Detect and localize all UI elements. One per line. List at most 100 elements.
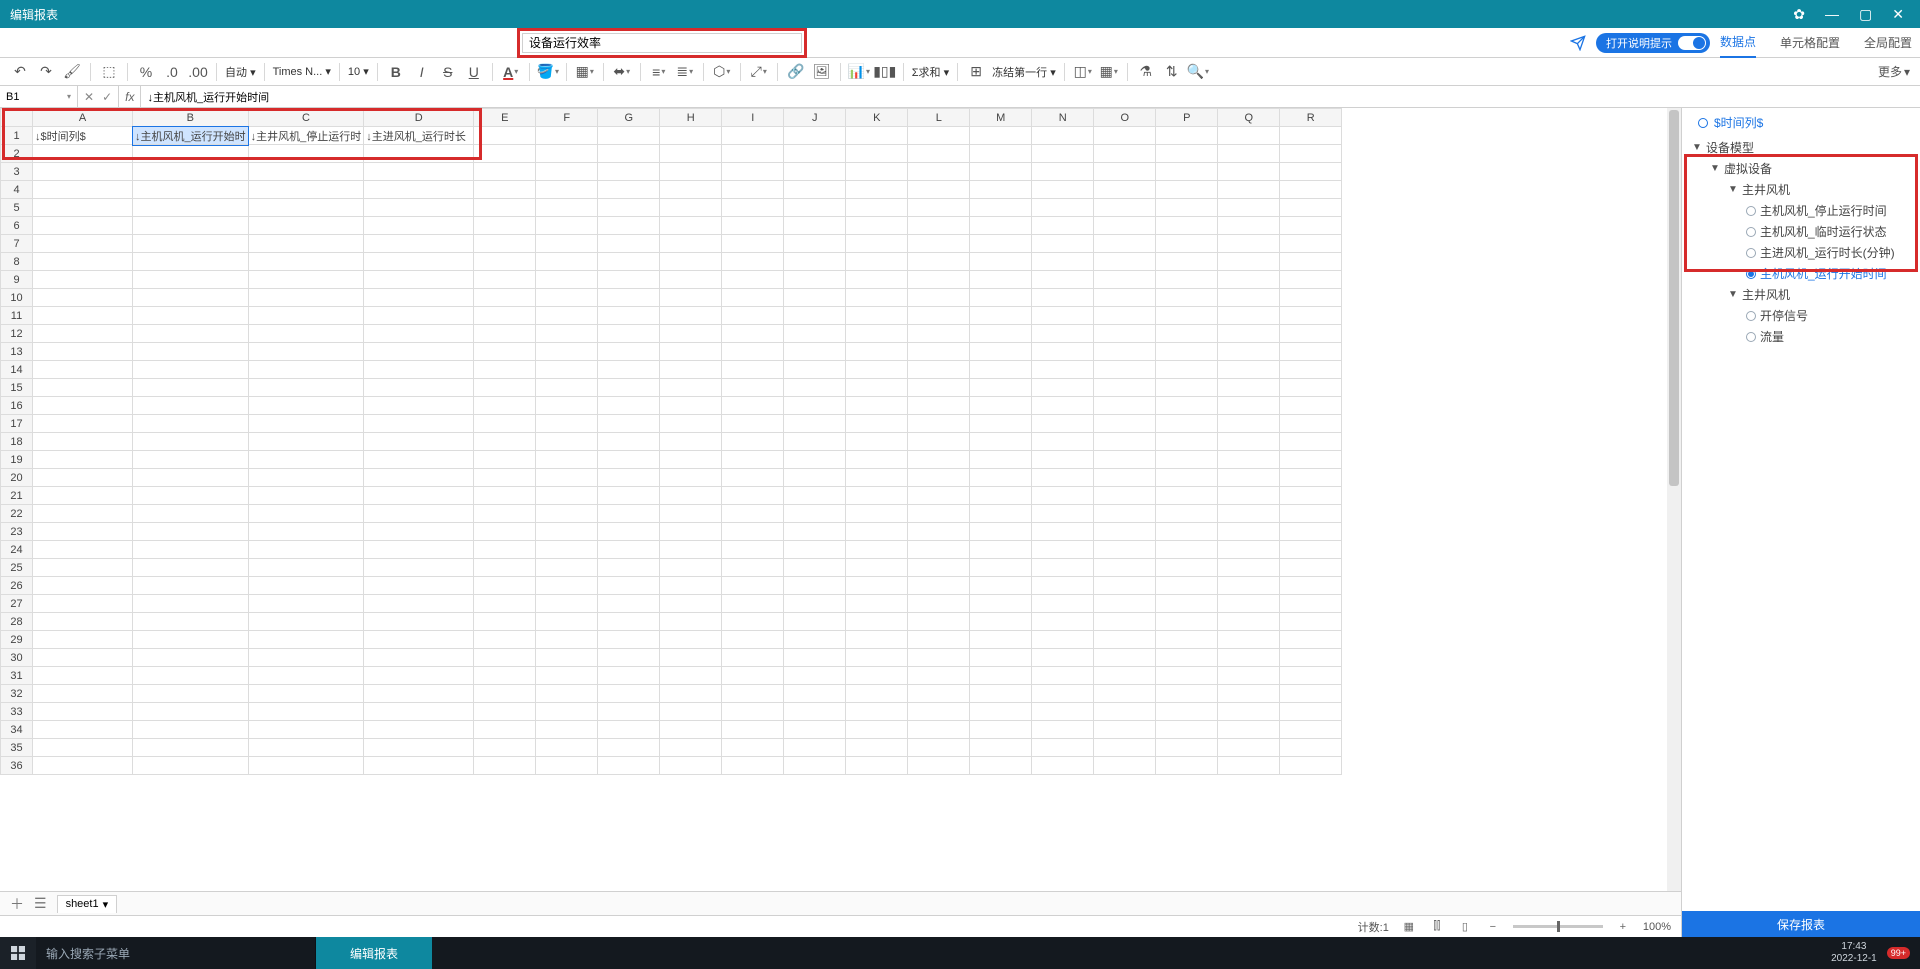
spreadsheet-grid[interactable]: ABCDEFGHIJKLMNOPQR1↓$时间列$↓主机风机_运行开始时↓主井风… [0, 108, 1342, 775]
cell[interactable] [1156, 127, 1218, 145]
cell[interactable] [536, 559, 598, 577]
zoom-slider[interactable] [1513, 925, 1603, 928]
cell[interactable] [33, 253, 133, 271]
cell[interactable] [536, 415, 598, 433]
cell[interactable] [133, 307, 249, 325]
row-header[interactable]: 36 [1, 757, 33, 775]
font-size-select[interactable]: 10 ▾ [348, 65, 369, 78]
cell[interactable] [784, 721, 846, 739]
fx-icon[interactable]: fx [119, 86, 141, 107]
cell[interactable] [1094, 469, 1156, 487]
cell[interactable] [722, 181, 784, 199]
cell[interactable] [133, 451, 249, 469]
row-header[interactable]: 24 [1, 541, 33, 559]
more-button[interactable]: 更多 ▾ [1878, 63, 1910, 80]
cell[interactable] [1094, 253, 1156, 271]
cell[interactable] [33, 757, 133, 775]
cell[interactable] [660, 127, 722, 145]
cell[interactable] [970, 469, 1032, 487]
cell[interactable] [474, 541, 536, 559]
cell[interactable] [1280, 451, 1342, 469]
row-header[interactable]: 9 [1, 271, 33, 289]
cell[interactable] [474, 739, 536, 757]
cell[interactable] [364, 721, 474, 739]
cell[interactable] [908, 217, 970, 235]
cell[interactable] [474, 199, 536, 217]
cell[interactable] [1032, 757, 1094, 775]
cell[interactable] [1032, 649, 1094, 667]
cell[interactable] [133, 433, 249, 451]
cell[interactable] [536, 325, 598, 343]
cell[interactable] [536, 397, 598, 415]
cell[interactable] [1280, 217, 1342, 235]
cell[interactable] [846, 757, 908, 775]
cell[interactable] [970, 739, 1032, 757]
cell[interactable] [474, 433, 536, 451]
cell[interactable] [1280, 523, 1342, 541]
cell[interactable] [1218, 415, 1280, 433]
cell[interactable] [364, 685, 474, 703]
cell[interactable] [536, 343, 598, 361]
cell[interactable] [474, 343, 536, 361]
cell[interactable] [908, 469, 970, 487]
cell[interactable] [1218, 235, 1280, 253]
cell[interactable] [1094, 523, 1156, 541]
row-header[interactable]: 30 [1, 649, 33, 667]
cell[interactable] [722, 541, 784, 559]
row-header[interactable]: 34 [1, 721, 33, 739]
cell[interactable] [1094, 631, 1156, 649]
cell[interactable] [133, 523, 249, 541]
cell[interactable] [1156, 739, 1218, 757]
cell[interactable] [908, 757, 970, 775]
cell[interactable] [1032, 433, 1094, 451]
row-header[interactable]: 32 [1, 685, 33, 703]
cell[interactable] [660, 271, 722, 289]
cell[interactable] [970, 271, 1032, 289]
cell[interactable] [1218, 451, 1280, 469]
cell[interactable] [536, 739, 598, 757]
cell[interactable] [722, 217, 784, 235]
cell[interactable] [1218, 721, 1280, 739]
hint-toggle[interactable]: 打开说明提示 [1596, 33, 1710, 53]
cell[interactable] [1218, 343, 1280, 361]
report-name-input[interactable] [522, 33, 802, 53]
cell[interactable] [1218, 577, 1280, 595]
cell[interactable] [660, 595, 722, 613]
cell[interactable] [908, 289, 970, 307]
cell[interactable] [722, 343, 784, 361]
cell[interactable] [660, 361, 722, 379]
cell[interactable] [133, 343, 249, 361]
cell[interactable] [846, 235, 908, 253]
cell[interactable] [722, 505, 784, 523]
cell[interactable] [248, 613, 364, 631]
cell[interactable] [722, 559, 784, 577]
cell[interactable] [970, 649, 1032, 667]
cell[interactable] [474, 217, 536, 235]
row-header[interactable]: 31 [1, 667, 33, 685]
row-header[interactable]: 13 [1, 343, 33, 361]
row-header[interactable]: 8 [1, 253, 33, 271]
cell[interactable] [474, 487, 536, 505]
row-header[interactable]: 29 [1, 631, 33, 649]
cell[interactable] [784, 505, 846, 523]
cell[interactable] [33, 559, 133, 577]
settings-icon[interactable]: ✿ [1793, 7, 1805, 21]
cell[interactable] [846, 721, 908, 739]
cell[interactable] [33, 379, 133, 397]
cell[interactable] [598, 487, 660, 505]
cell[interactable] [784, 433, 846, 451]
cell[interactable] [248, 163, 364, 181]
cell[interactable] [248, 667, 364, 685]
search-icon[interactable]: 🔍▾ [1188, 62, 1208, 82]
cell[interactable] [33, 451, 133, 469]
cell[interactable] [722, 451, 784, 469]
cell[interactable] [364, 649, 474, 667]
cell[interactable] [970, 343, 1032, 361]
col-header[interactable]: E [474, 109, 536, 127]
cell[interactable] [364, 757, 474, 775]
cell[interactable] [1218, 199, 1280, 217]
tree-leaf-flow[interactable]: 流量 [1688, 326, 1914, 347]
cell[interactable] [474, 613, 536, 631]
cell[interactable] [784, 559, 846, 577]
cell[interactable] [1218, 253, 1280, 271]
